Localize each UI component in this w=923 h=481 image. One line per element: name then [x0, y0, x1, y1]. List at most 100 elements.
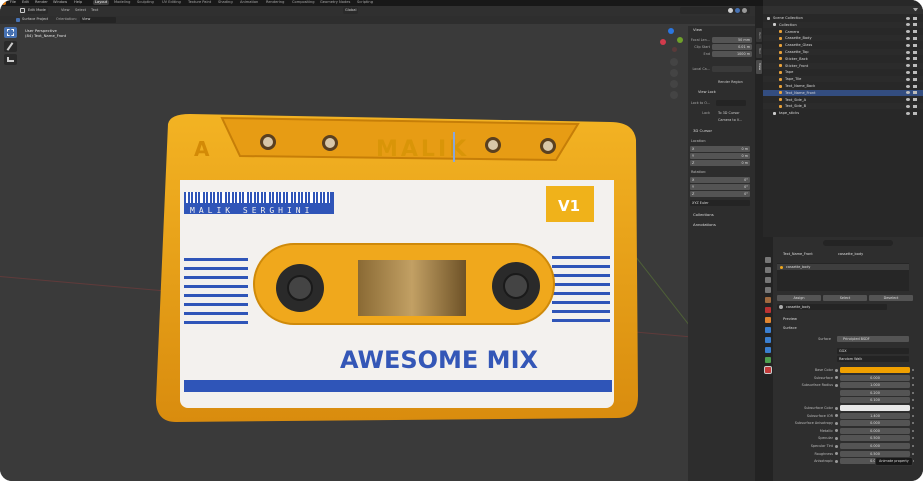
- render-camera-icon[interactable]: [913, 84, 917, 88]
- render-camera-icon[interactable]: [913, 104, 917, 108]
- keyframe-dot-icon[interactable]: [912, 445, 914, 447]
- tab-texture-paint[interactable]: Texture Paint: [188, 0, 211, 5]
- socket-link-icon[interactable]: [835, 421, 838, 425]
- outliner-row[interactable]: Text_Side_B: [763, 103, 923, 110]
- keyframe-dot-icon[interactable]: [912, 429, 914, 432]
- physics-props-icon[interactable]: [765, 347, 771, 353]
- render-camera-icon[interactable]: [913, 16, 917, 20]
- socket-link-icon[interactable]: [835, 383, 838, 387]
- render-camera-icon[interactable]: [913, 57, 917, 61]
- gizmo-neg-axis[interactable]: [672, 47, 677, 52]
- lock-to-3d-cursor[interactable]: To 3D Cursor: [718, 111, 740, 115]
- render-camera-icon[interactable]: [913, 98, 917, 102]
- visibility-eye-icon[interactable]: [906, 36, 910, 40]
- render-camera-icon[interactable]: [913, 64, 917, 68]
- outliner-row[interactable]: Collection: [763, 21, 923, 28]
- render-camera-icon[interactable]: [913, 91, 917, 95]
- outliner-row[interactable]: Text_Name_Front: [763, 89, 923, 96]
- view-layer-props-icon[interactable]: [765, 287, 771, 293]
- keyframe-dot-icon[interactable]: [912, 414, 914, 417]
- outliner-row[interactable]: Camera: [763, 29, 923, 35]
- mode-dropdown[interactable]: Edit Mode: [26, 7, 48, 14]
- surface-shader-field[interactable]: Principled BSDF: [837, 336, 909, 342]
- tool-annotate[interactable]: [4, 41, 17, 52]
- select-button[interactable]: Select: [823, 295, 867, 301]
- material-slot-item[interactable]: cassette_body: [777, 264, 909, 270]
- object-props-icon[interactable]: [765, 317, 771, 323]
- tab-rendering[interactable]: Rendering: [266, 0, 284, 5]
- collections-panel-header[interactable]: Collections: [693, 212, 714, 217]
- cursor-location-x[interactable]: X0 m: [690, 146, 750, 152]
- shading-rendered-icon[interactable]: [742, 8, 747, 13]
- render-camera-icon[interactable]: [913, 50, 917, 54]
- local-camera-field[interactable]: [712, 66, 752, 72]
- material-name-field[interactable]: cassette_body: [786, 304, 810, 310]
- property-field[interactable]: [840, 405, 910, 411]
- surface-project-checkbox[interactable]: [16, 18, 20, 22]
- 3d-cursor-panel-header[interactable]: 3D Cursor: [693, 128, 712, 133]
- lock-to-object-field[interactable]: [716, 100, 746, 106]
- property-field[interactable]: [840, 367, 910, 373]
- keyframe-dot-icon[interactable]: [912, 407, 914, 409]
- visibility-eye-icon[interactable]: [906, 30, 910, 34]
- cursor-rotation-z[interactable]: Z 0°: [690, 191, 750, 197]
- render-camera-icon[interactable]: [913, 43, 917, 47]
- visibility-eye-icon[interactable]: [906, 91, 910, 95]
- tab-compositing[interactable]: Compositing: [292, 0, 315, 5]
- outliner-row[interactable]: Text_Name_Back: [763, 83, 923, 89]
- property-field[interactable]: 0.000: [840, 374, 910, 381]
- render-camera-icon[interactable]: [913, 36, 917, 40]
- scene-props-icon[interactable]: [765, 297, 771, 303]
- outliner-row[interactable]: tape_sticks: [763, 110, 923, 116]
- menu-select[interactable]: Select: [75, 7, 86, 14]
- perspective-toggle-icon[interactable]: [670, 91, 678, 99]
- render-camera-icon[interactable]: [913, 30, 917, 34]
- outliner-row[interactable]: Text_Side_A: [763, 97, 923, 103]
- material-props-icon[interactable]: [764, 366, 772, 374]
- data-props-icon[interactable]: [765, 357, 771, 363]
- particles-props-icon[interactable]: [765, 337, 771, 343]
- outliner-row[interactable]: Sticker_Front: [763, 62, 923, 69]
- menu-render[interactable]: Render: [35, 0, 48, 5]
- subsurface-method-dropdown[interactable]: Random Walk: [837, 356, 909, 362]
- annotations-panel-header[interactable]: Annotations: [693, 222, 716, 227]
- visibility-eye-icon[interactable]: [906, 84, 910, 88]
- view-lock-subheader[interactable]: View Lock: [698, 90, 716, 94]
- render-camera-icon[interactable]: [913, 111, 917, 115]
- deselect-button[interactable]: Deselect: [869, 295, 913, 301]
- material-slot-list[interactable]: cassette_body: [777, 263, 909, 291]
- visibility-eye-icon[interactable]: [906, 50, 910, 54]
- tool-cursor[interactable]: [4, 27, 17, 38]
- property-field[interactable]: 0.500: [840, 450, 910, 457]
- tab-item[interactable]: Item: [756, 28, 762, 42]
- render-camera-icon[interactable]: [913, 23, 917, 27]
- socket-link-icon[interactable]: [835, 406, 838, 410]
- focal-length-field[interactable]: 50 mm: [712, 37, 752, 43]
- view-panel-header[interactable]: View: [693, 27, 702, 32]
- cursor-location-y[interactable]: Y0 m: [690, 153, 750, 159]
- gizmo-x-axis[interactable]: [660, 39, 666, 45]
- world-props-icon[interactable]: [765, 307, 771, 313]
- visibility-eye-icon[interactable]: [906, 98, 910, 102]
- visibility-eye-icon[interactable]: [906, 64, 910, 68]
- socket-link-icon[interactable]: [835, 459, 838, 463]
- output-props-icon[interactable]: [765, 277, 771, 283]
- tool-measure[interactable]: [4, 54, 17, 65]
- socket-link-icon[interactable]: [835, 368, 838, 372]
- socket-link-icon[interactable]: [835, 436, 838, 440]
- outliner-row[interactable]: Tape_Tile: [763, 76, 923, 83]
- render-region-checkbox[interactable]: Render Region: [718, 80, 743, 84]
- menu-window[interactable]: Window: [53, 0, 67, 5]
- zoom-icon[interactable]: [670, 58, 678, 66]
- property-field[interactable]: 0.200: [840, 389, 910, 396]
- keyframe-dot-icon[interactable]: [912, 452, 914, 455]
- cursor-rotation-x[interactable]: X 0°: [690, 177, 750, 183]
- visibility-eye-icon[interactable]: [906, 70, 910, 74]
- assign-button[interactable]: Assign: [777, 295, 821, 301]
- render-camera-icon[interactable]: [913, 70, 917, 74]
- lock-camera-to-view[interactable]: Camera to V...: [718, 118, 742, 122]
- property-field[interactable]: 1.000: [840, 382, 910, 389]
- preview-panel-header[interactable]: Preview: [783, 317, 797, 321]
- orientation-dropdown[interactable]: View: [80, 17, 116, 23]
- outliner-row[interactable]: Cassette_Glass: [763, 42, 923, 48]
